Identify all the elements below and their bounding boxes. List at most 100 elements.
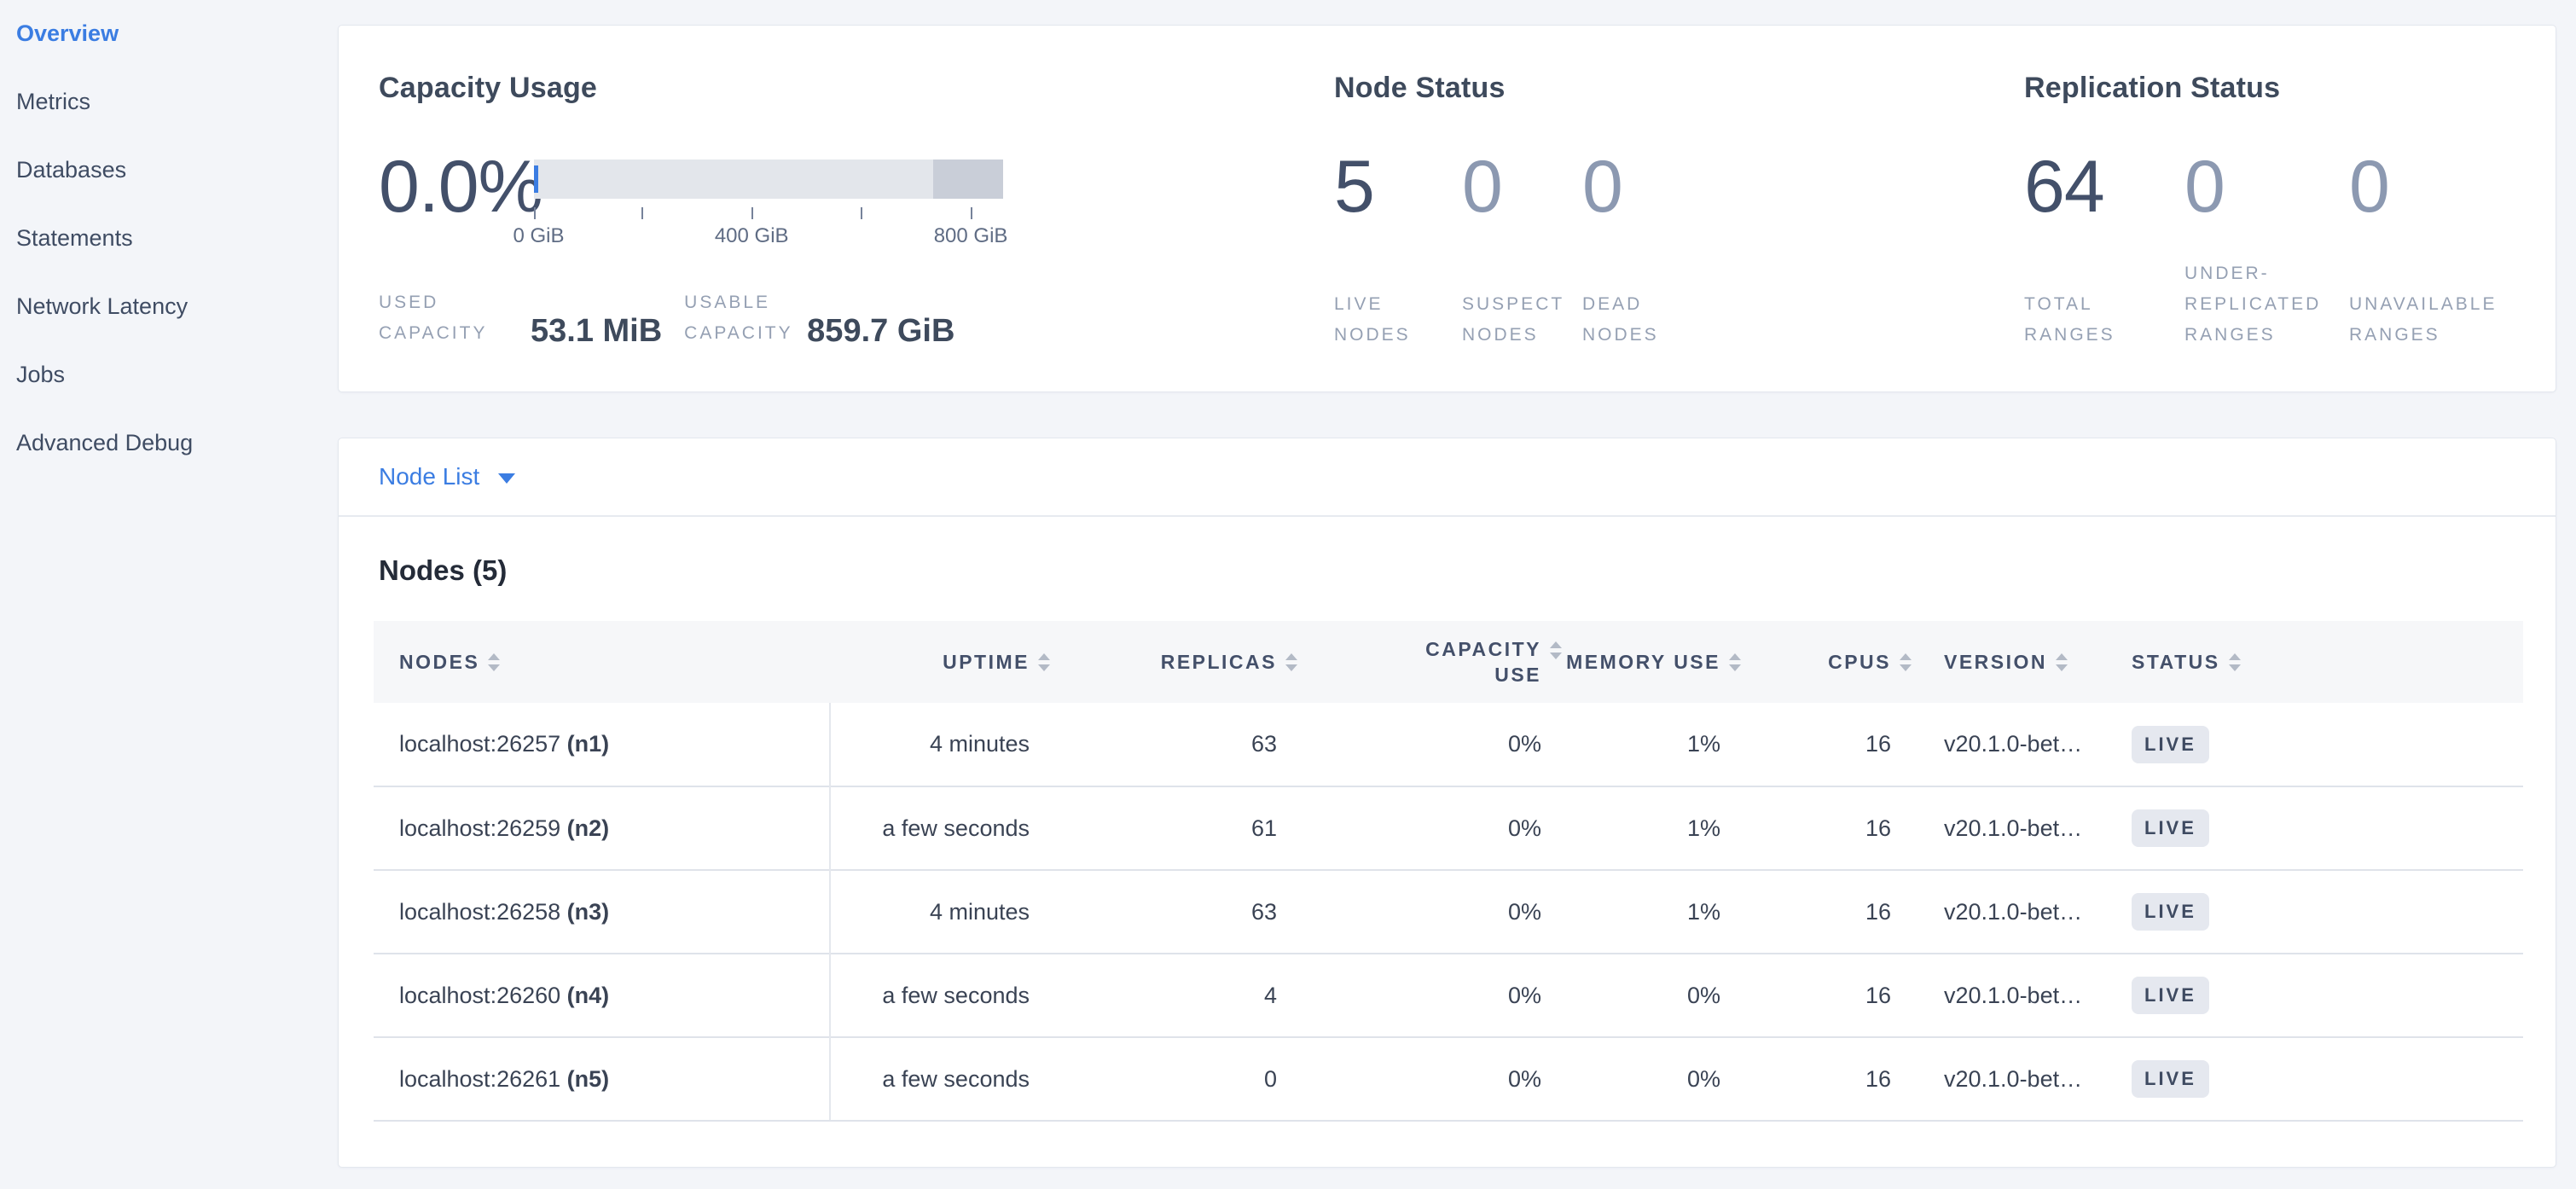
column-header-uptime[interactable]: UPTIME — [830, 621, 1050, 703]
suspect-nodes-value: 0 — [1462, 149, 1582, 224]
total-ranges-value: 64 — [2024, 149, 2184, 224]
capacity-use-cell: 0% — [1297, 870, 1562, 954]
sort-icon — [1285, 653, 1297, 671]
table-row[interactable]: localhost:26258 (n3) 4 minutes 63 0% 1% … — [374, 870, 2523, 954]
node-status-section: Node Status 5 LIVE NODES 0 SUSPECT NODES… — [1334, 72, 2024, 392]
usable-capacity-stat: USABLE CAPACITY 859.7 GiB — [684, 287, 954, 349]
table-row[interactable]: localhost:26261 (n5) a few seconds 0 0% … — [374, 1037, 2523, 1121]
replicas-cell: 63 — [1050, 870, 1297, 954]
status-badge: LIVE — [2132, 1060, 2209, 1098]
sidebar: Overview Metrics Databases Statements Ne… — [0, 0, 338, 1189]
dead-nodes-stat: 0 DEAD NODES — [1582, 149, 1659, 351]
table-row[interactable]: localhost:26260 (n4) a few seconds 4 0% … — [374, 954, 2523, 1037]
used-capacity-value: 53.1 MiB — [531, 313, 662, 349]
node-list-dropdown-label: Node List — [379, 463, 479, 490]
capacity-gauge-other-segment — [933, 160, 1004, 199]
cpus-cell: 16 — [1741, 870, 1912, 954]
node-address-cell: localhost:26261 (n5) — [374, 1037, 830, 1121]
cpus-cell: 16 — [1741, 703, 1912, 786]
suspect-nodes-label: SUSPECT NODES — [1462, 258, 1582, 351]
uptime-cell: 4 minutes — [830, 870, 1050, 954]
uptime-cell: 4 minutes — [830, 703, 1050, 786]
node-address-cell: localhost:26258 (n3) — [374, 870, 830, 954]
capacity-gauge-bar — [534, 160, 1003, 199]
sidebar-item-jobs[interactable]: Jobs — [16, 360, 338, 389]
suspect-nodes-stat: 0 SUSPECT NODES — [1462, 149, 1582, 351]
column-header-memory-use[interactable]: MEMORY USE — [1562, 621, 1741, 703]
unavailable-ranges-label: UNAVAILABLE RANGES — [2349, 258, 2497, 351]
chevron-down-icon — [498, 473, 515, 484]
capacity-gauge-axis-labels: 0 GiB 400 GiB 800 GiB — [534, 224, 1003, 250]
node-address-cell: localhost:26259 (n2) — [374, 786, 830, 870]
column-header-nodes[interactable]: NODES — [374, 621, 830, 703]
column-header-cpus[interactable]: CPUS — [1741, 621, 1912, 703]
live-nodes-label: LIVE NODES — [1334, 258, 1462, 351]
under-replicated-ranges-value: 0 — [2184, 149, 2349, 224]
unavailable-ranges-stat: 0 UNAVAILABLE RANGES — [2349, 149, 2497, 351]
capacity-gauge: 0 GiB 400 GiB 800 GiB — [534, 160, 1003, 250]
cpus-cell: 16 — [1741, 1037, 1912, 1121]
status-badge: LIVE — [2132, 893, 2209, 931]
sidebar-item-statements[interactable]: Statements — [16, 223, 338, 252]
sidebar-item-databases[interactable]: Databases — [16, 155, 338, 184]
capacity-gauge-used-marker — [534, 165, 538, 193]
status-cell: LIVE — [2116, 954, 2523, 1037]
version-cell: v20.1.0-bet… — [1912, 954, 2116, 1037]
version-cell: v20.1.0-bet… — [1912, 703, 2116, 786]
replication-status-title: Replication Status — [2024, 72, 2556, 105]
replication-status-section: Replication Status 64 TOTAL RANGES 0 UND… — [2024, 72, 2556, 392]
total-ranges-label: TOTAL RANGES — [2024, 258, 2184, 351]
cpus-cell: 16 — [1741, 954, 1912, 1037]
status-cell: LIVE — [2116, 1037, 2523, 1121]
node-list-dropdown[interactable]: Node List — [379, 463, 515, 490]
node-list-bar: Node List — [339, 438, 2556, 517]
uptime-cell: a few seconds — [830, 954, 1050, 1037]
node-address-cell: localhost:26257 (n1) — [374, 703, 830, 786]
table-row[interactable]: localhost:26257 (n1) 4 minutes 63 0% 1% … — [374, 703, 2523, 786]
cluster-summary-card: Capacity Usage 0.0% 0 GiB 400 GiB 800 Gi… — [338, 25, 2556, 392]
total-ranges-stat: 64 TOTAL RANGES — [2024, 149, 2184, 351]
sidebar-item-advanced-debug[interactable]: Advanced Debug — [16, 428, 338, 457]
column-header-version[interactable]: VERSION — [1912, 621, 2116, 703]
nodes-table-wrap: NODES UPTIME REPLICAS CAPACITY USE MEMOR — [374, 621, 2521, 1122]
sort-icon — [1038, 653, 1050, 671]
sort-icon — [2056, 653, 2068, 671]
column-header-replicas[interactable]: REPLICAS — [1050, 621, 1297, 703]
used-capacity-label: USED CAPACITY — [379, 287, 531, 349]
axis-label-0gib: 0 GiB — [513, 224, 564, 248]
sort-icon — [2229, 653, 2241, 671]
memory-use-cell: 1% — [1562, 786, 1741, 870]
sidebar-item-network-latency[interactable]: Network Latency — [16, 292, 338, 321]
nodes-card: Node List Nodes (5) NODES UPTIME — [338, 438, 2556, 1168]
memory-use-cell: 1% — [1562, 703, 1741, 786]
column-header-capacity-use[interactable]: CAPACITY USE — [1297, 621, 1562, 703]
cpus-cell: 16 — [1741, 786, 1912, 870]
nodes-table: NODES UPTIME REPLICAS CAPACITY USE MEMOR — [374, 621, 2523, 1122]
memory-use-cell: 0% — [1562, 954, 1741, 1037]
status-badge: LIVE — [2132, 726, 2209, 763]
used-capacity-stat: USED CAPACITY 53.1 MiB — [379, 287, 662, 349]
node-status-title: Node Status — [1334, 72, 2024, 105]
sidebar-item-metrics[interactable]: Metrics — [16, 87, 338, 116]
uptime-cell: a few seconds — [830, 1037, 1050, 1121]
axis-label-800gib: 800 GiB — [934, 224, 1008, 248]
status-badge: LIVE — [2132, 977, 2209, 1014]
table-row[interactable]: localhost:26259 (n2) a few seconds 61 0%… — [374, 786, 2523, 870]
main-content: Capacity Usage 0.0% 0 GiB 400 GiB 800 Gi… — [338, 25, 2556, 1168]
capacity-used-percent: 0.0% — [379, 149, 534, 224]
under-replicated-ranges-label: UNDER- REPLICATED RANGES — [2184, 258, 2349, 351]
uptime-cell: a few seconds — [830, 786, 1050, 870]
capacity-use-cell: 0% — [1297, 954, 1562, 1037]
usable-capacity-value: 859.7 GiB — [807, 313, 954, 349]
usable-capacity-label: USABLE CAPACITY — [684, 287, 807, 349]
status-cell: LIVE — [2116, 703, 2523, 786]
sidebar-item-overview[interactable]: Overview — [16, 19, 338, 48]
replicas-cell: 4 — [1050, 954, 1297, 1037]
column-header-status[interactable]: STATUS — [2116, 621, 2523, 703]
nodes-table-header-row: NODES UPTIME REPLICAS CAPACITY USE MEMOR — [374, 621, 2523, 703]
replicas-cell: 61 — [1050, 786, 1297, 870]
replicas-cell: 0 — [1050, 1037, 1297, 1121]
under-replicated-ranges-stat: 0 UNDER- REPLICATED RANGES — [2184, 149, 2349, 351]
version-cell: v20.1.0-bet… — [1912, 1037, 2116, 1121]
sort-icon — [488, 653, 500, 671]
